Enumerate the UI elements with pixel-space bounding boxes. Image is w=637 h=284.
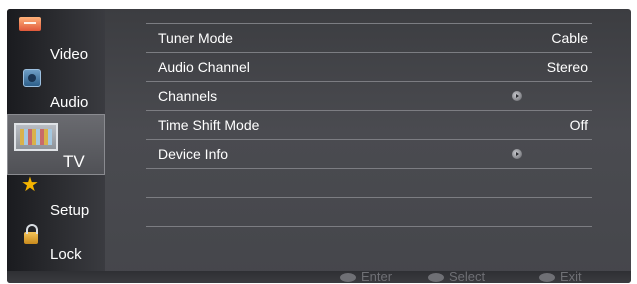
audio-icon	[23, 69, 41, 87]
sidebar-item-label: TV	[63, 152, 85, 171]
menu-row-label: Tuner Mode	[158, 30, 233, 46]
enter-hint-label: Enter	[361, 269, 393, 283]
exit-hint-label: Exit	[560, 269, 582, 283]
exit-key-icon	[539, 273, 555, 283]
sidebar-item-setup[interactable]: ★ Setup	[7, 175, 105, 220]
tv-icon	[14, 123, 58, 151]
divider	[146, 197, 592, 198]
lock-icon	[24, 224, 38, 244]
sidebar-item-label: Audio	[50, 94, 89, 111]
category-sidebar: Video Audio TV ★ Setup Lock	[7, 9, 105, 271]
menu-row-time-shift-mode[interactable]: Time Shift Mode Off	[146, 111, 592, 139]
remote-hint-bar: Enter Select Exit	[7, 269, 631, 283]
menu-row-label: Audio Channel	[158, 59, 250, 75]
select-hint: Select	[428, 269, 486, 283]
video-icon	[19, 17, 41, 31]
tv-settings-panel: Video Audio TV ★ Setup Lock Tuner Mode C…	[7, 9, 631, 283]
enter-hint: Enter	[340, 269, 393, 283]
menu-row-value: Off	[569, 117, 588, 133]
divider	[146, 168, 592, 169]
menu-row-label: Time Shift Mode	[158, 117, 260, 133]
menu-row-label: Channels	[158, 88, 218, 104]
sidebar-item-video[interactable]: Video	[7, 9, 105, 63]
star-icon: ★	[21, 174, 39, 196]
menu-row-tuner-mode[interactable]: Tuner Mode Cable	[146, 24, 592, 52]
divider	[146, 226, 592, 227]
menu-row-device-info[interactable]: Device Info	[146, 140, 592, 168]
select-hint-label: Select	[449, 269, 486, 283]
exit-hint: Exit	[539, 269, 582, 283]
sidebar-item-label: Video	[50, 46, 89, 63]
menu-row-value: Cable	[551, 30, 588, 46]
sidebar-item-label: Lock	[50, 246, 82, 263]
submenu-arrow-icon[interactable]	[512, 91, 522, 101]
submenu-arrow-icon[interactable]	[512, 149, 522, 159]
sidebar-item-tv[interactable]: TV	[7, 114, 105, 175]
menu-row-label: Device Info	[158, 146, 229, 162]
enter-key-icon	[340, 273, 356, 283]
menu-row-audio-channel[interactable]: Audio Channel Stereo	[146, 53, 592, 81]
sidebar-item-audio[interactable]: Audio	[7, 63, 105, 113]
menu-row-value: Stereo	[546, 59, 588, 75]
sidebar-item-lock[interactable]: Lock	[7, 220, 105, 271]
menu-row-channels[interactable]: Channels	[146, 82, 592, 110]
select-key-icon	[428, 273, 444, 283]
sidebar-item-label: Setup	[50, 202, 90, 219]
